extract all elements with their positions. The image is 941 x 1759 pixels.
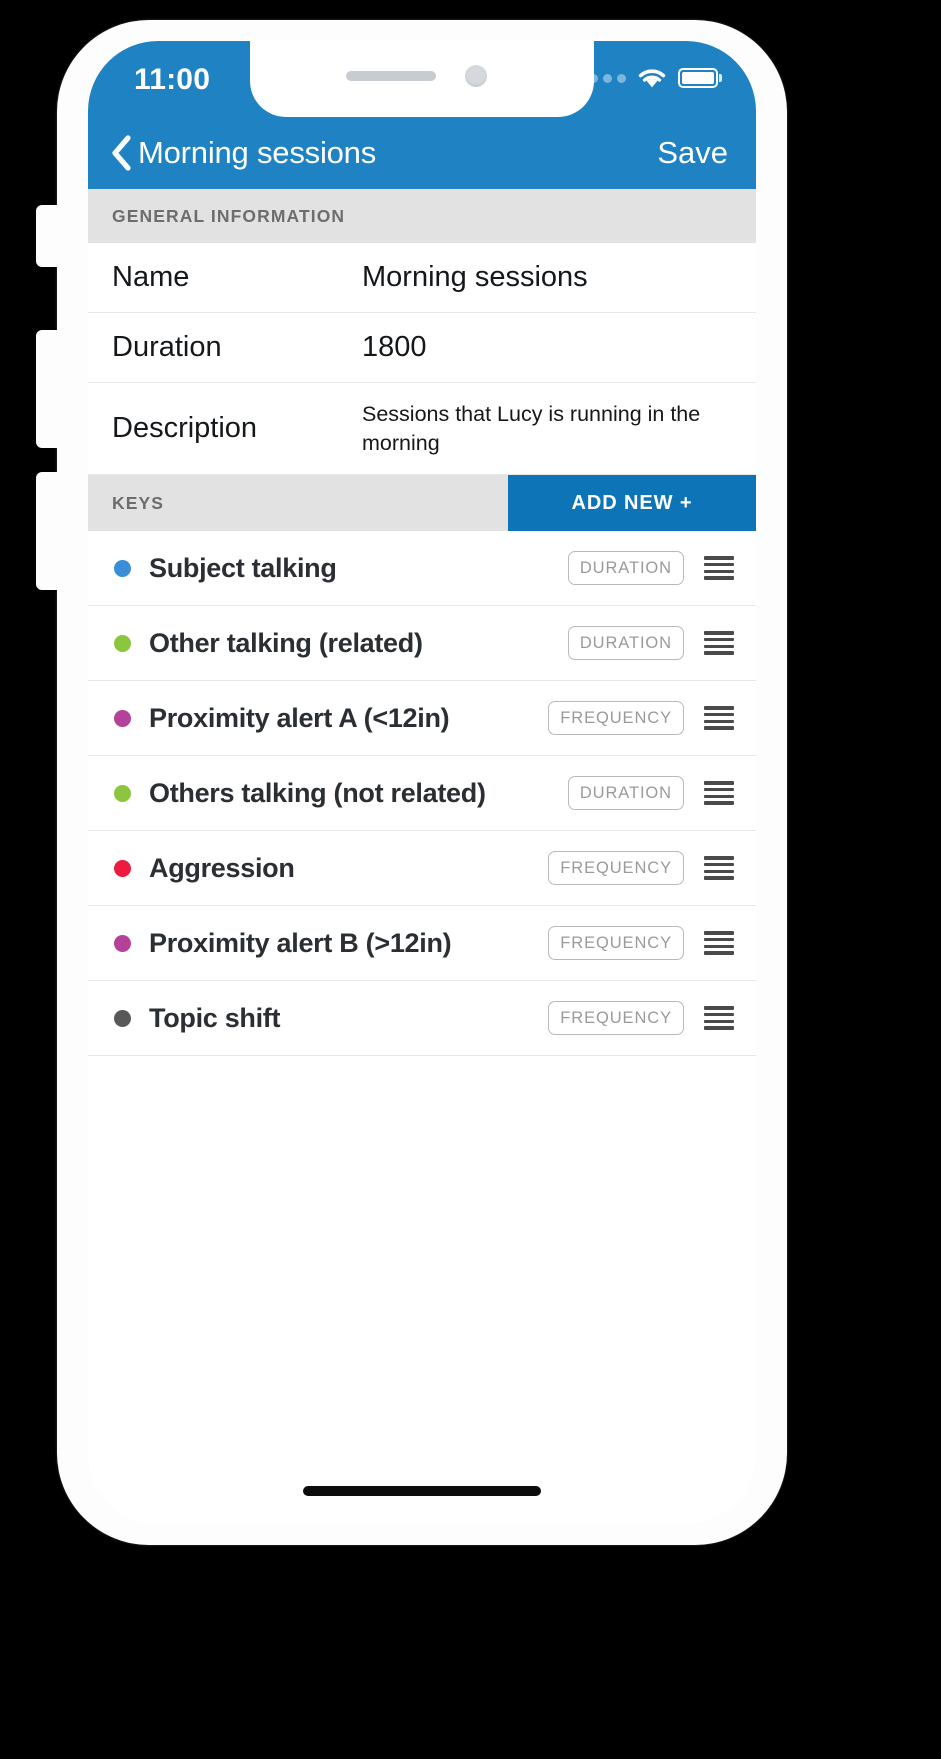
- key-row[interactable]: Topic shift FREQUENCY: [88, 981, 756, 1056]
- info-label-duration: Duration: [112, 331, 222, 363]
- phone-device-frame: 11:00 Morning sessions Save GENERAL INFO…: [36, 20, 787, 1545]
- key-row[interactable]: Aggression FREQUENCY: [88, 831, 756, 906]
- page-title: Morning sessions: [138, 135, 377, 170]
- content-area: GENERAL INFORMATION Name Morning session…: [88, 189, 756, 1524]
- key-color-dot-icon: [114, 859, 131, 877]
- keys-list: Subject talking DURATION Other talking (re…: [88, 531, 756, 1056]
- home-indicator-icon[interactable]: [303, 1486, 541, 1496]
- key-row[interactable]: Proximity alert A (<12in) FREQUENCY: [88, 681, 756, 756]
- key-color-dot-icon: [114, 709, 131, 727]
- key-type-badge[interactable]: FREQUENCY: [548, 926, 684, 960]
- key-label: Others talking (not related): [149, 777, 486, 808]
- speaker-grille-icon: [346, 71, 436, 81]
- drag-handle-icon[interactable]: [704, 781, 734, 805]
- keys-list-empty-space: [88, 1056, 756, 1356]
- drag-handle-icon[interactable]: [704, 706, 734, 730]
- key-type-badge[interactable]: DURATION: [567, 626, 684, 660]
- save-button[interactable]: Save: [657, 135, 730, 171]
- key-label: Subject talking: [149, 552, 337, 583]
- drag-handle-icon[interactable]: [704, 1006, 734, 1030]
- info-value-description: Sessions that Lucy is running in the mor…: [362, 402, 701, 455]
- info-row-description[interactable]: Description Sessions that Lucy is runnin…: [88, 383, 756, 475]
- volume-down-button[interactable]: [36, 472, 58, 590]
- info-value-duration: 1800: [362, 331, 427, 363]
- key-color-dot-icon: [114, 934, 131, 952]
- key-row[interactable]: Subject talking DURATION: [88, 531, 756, 606]
- general-information-header-label: GENERAL INFORMATION: [112, 205, 346, 226]
- key-label: Aggression: [149, 852, 295, 883]
- screenshot-root: 11:00 Morning sessions Save GENERAL INFO…: [0, 0, 941, 1759]
- front-camera-icon: [465, 65, 487, 87]
- key-color-dot-icon: [114, 1009, 131, 1027]
- key-type-badge[interactable]: DURATION: [567, 551, 684, 585]
- key-label: Proximity alert B (>12in): [149, 927, 452, 958]
- key-label: Topic shift: [149, 1002, 281, 1033]
- display-notch: [250, 41, 594, 117]
- key-type-badge[interactable]: DURATION: [567, 776, 684, 810]
- key-type-badge[interactable]: FREQUENCY: [548, 851, 684, 885]
- drag-handle-icon[interactable]: [704, 631, 734, 655]
- drag-handle-icon[interactable]: [704, 556, 734, 580]
- back-button[interactable]: Morning sessions: [110, 135, 376, 171]
- info-row-name[interactable]: Name Morning sessions: [88, 243, 756, 313]
- info-row-duration[interactable]: Duration 1800: [88, 313, 756, 383]
- phone-screen: 11:00 Morning sessions Save GENERAL INFO…: [88, 41, 756, 1524]
- key-color-dot-icon: [114, 784, 131, 802]
- keys-header-label: KEYS: [112, 492, 165, 513]
- wifi-icon: [637, 67, 667, 89]
- key-label: Proximity alert A (<12in): [149, 702, 450, 733]
- keys-section-header: KEYS ADD NEW +: [88, 475, 756, 531]
- info-label-description: Description: [112, 412, 258, 444]
- info-label-name: Name: [112, 261, 190, 293]
- add-new-button[interactable]: ADD NEW +: [508, 475, 756, 531]
- status-bar-indicators: [574, 67, 722, 89]
- key-type-badge[interactable]: FREQUENCY: [548, 1001, 684, 1035]
- keys-header-label-wrap: KEYS: [88, 475, 508, 531]
- volume-up-button[interactable]: [36, 330, 58, 448]
- key-label: Other talking (related): [149, 627, 423, 658]
- back-chevron-icon: [110, 135, 132, 171]
- key-row[interactable]: Other talking (related) DURATION: [88, 606, 756, 681]
- navigation-bar: Morning sessions Save: [88, 117, 756, 189]
- general-information-header: GENERAL INFORMATION: [88, 189, 756, 243]
- key-color-dot-icon: [114, 559, 131, 577]
- drag-handle-icon[interactable]: [704, 856, 734, 880]
- silent-switch-button[interactable]: [36, 205, 58, 267]
- key-type-badge[interactable]: FREQUENCY: [548, 701, 684, 735]
- key-color-dot-icon: [114, 634, 131, 652]
- battery-full-icon: [677, 68, 722, 88]
- info-value-name: Morning sessions: [362, 261, 588, 293]
- drag-handle-icon[interactable]: [704, 931, 734, 955]
- key-row[interactable]: Others talking (not related) DURATION: [88, 756, 756, 831]
- status-bar-time: 11:00: [134, 63, 211, 96]
- key-row[interactable]: Proximity alert B (>12in) FREQUENCY: [88, 906, 756, 981]
